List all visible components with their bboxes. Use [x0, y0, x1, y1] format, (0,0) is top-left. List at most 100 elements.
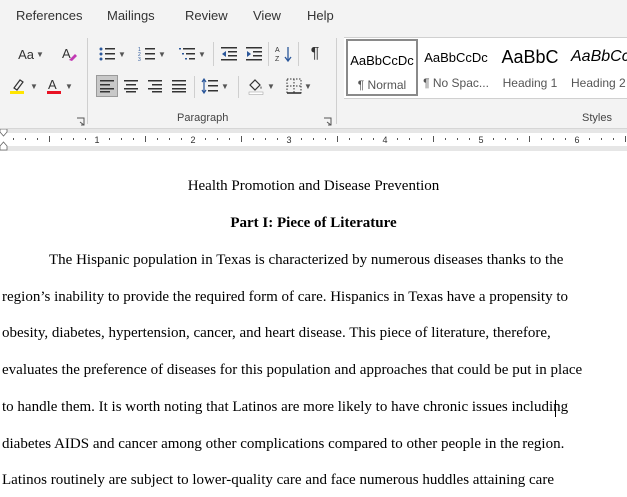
align-center-icon — [124, 80, 138, 93]
ruler-number: 3 — [286, 135, 291, 145]
style-no-spacing[interactable]: AaBbCcDc ¶ No Spac... — [420, 38, 492, 96]
highlight-color-button[interactable]: ▼ — [6, 75, 40, 97]
ruler-tick — [421, 138, 422, 140]
ruler-tick — [301, 138, 302, 140]
decrease-indent-button[interactable] — [218, 43, 240, 65]
divider — [268, 42, 269, 66]
justify-button[interactable] — [168, 75, 190, 97]
style-sample: AaBbCcDc — [350, 53, 414, 68]
divider — [238, 76, 239, 98]
ruler-number: 4 — [382, 135, 387, 145]
numbering-button[interactable]: 1 2 3 ▼ — [134, 43, 170, 65]
ruler-tick — [625, 136, 626, 142]
style-heading-1[interactable]: AaBbC Heading 1 — [494, 38, 566, 96]
tab-review[interactable]: Review — [185, 8, 228, 23]
indent-marker-icon[interactable] — [0, 129, 8, 151]
horizontal-ruler[interactable]: 1 2 3 4 5 6 — [0, 129, 627, 151]
pilcrow-icon: ¶ — [310, 45, 320, 62]
group-divider — [87, 38, 88, 124]
font-color-button[interactable]: A ▼ — [44, 75, 74, 97]
ruler-tick — [541, 138, 542, 140]
chevron-down-icon: ▼ — [30, 81, 38, 91]
document-page[interactable]: Health Promotion and Disease Prevention … — [0, 151, 627, 497]
style-sample: AaBbCcDc — [424, 50, 488, 65]
ruler-tick — [397, 138, 398, 140]
ruler-tick — [217, 138, 218, 140]
style-heading-2[interactable]: AaBbCc Heading 2 — [568, 38, 627, 96]
divider — [194, 76, 195, 98]
paragraph-line: obesity, diabetes, hypertension, cancer,… — [2, 325, 551, 341]
ruler-tick — [109, 138, 110, 140]
ruler-tick — [469, 138, 470, 140]
chevron-down-icon: ▼ — [118, 49, 126, 59]
ruler-tick — [493, 138, 494, 140]
align-center-button[interactable] — [120, 75, 142, 97]
tab-references[interactable]: References — [16, 8, 82, 23]
document-title: Health Promotion and Disease Prevention — [187, 178, 440, 194]
ruler-tick — [169, 138, 170, 140]
styles-group-label: Styles — [582, 112, 612, 124]
bullets-button[interactable]: ▼ — [94, 43, 130, 65]
ruler-tick — [553, 138, 554, 140]
svg-text:A: A — [62, 46, 71, 61]
font-dialog-launcher-icon[interactable] — [76, 113, 85, 126]
svg-text:Z: Z — [275, 56, 280, 63]
sort-icon: A Z — [275, 47, 292, 63]
change-case-button[interactable]: Aa ▼ — [14, 43, 48, 65]
ruler-tick — [601, 138, 602, 140]
ruler-tick — [457, 138, 458, 140]
group-divider — [336, 38, 337, 124]
ruler-ticks: 1 2 3 4 5 6 — [13, 135, 626, 145]
increase-indent-button[interactable] — [243, 43, 265, 65]
paragraph-line: diabetes AIDS and cancer among other com… — [2, 436, 565, 452]
tab-help[interactable]: Help — [307, 8, 334, 23]
borders-button[interactable]: ▼ — [282, 75, 316, 97]
chevron-down-icon: ▼ — [35, 49, 44, 59]
align-left-button[interactable] — [96, 75, 118, 97]
sort-button[interactable]: A Z — [273, 43, 295, 65]
increase-indent-icon — [246, 47, 262, 61]
ruler-tick — [373, 138, 374, 140]
paragraph-line: Latinos routinely are subject to lower-q… — [2, 472, 554, 488]
font-color-swatch — [47, 91, 62, 94]
ruler-tick — [13, 138, 14, 140]
ruler-tick — [181, 138, 182, 140]
ruler-tick — [313, 138, 314, 140]
show-formatting-marks-button[interactable]: ¶ — [304, 43, 326, 65]
svg-text:3: 3 — [138, 57, 141, 62]
ruler-tick — [121, 138, 122, 140]
ruler-number: 6 — [574, 135, 579, 145]
clear-formatting-button[interactable]: A — [58, 43, 80, 65]
line-spacing-button[interactable]: ▼ — [198, 75, 232, 97]
paragraph-group-label: Paragraph — [177, 112, 229, 124]
ruler-tick — [409, 138, 410, 140]
style-normal[interactable]: AaBbCcDc ¶ Normal — [346, 39, 418, 96]
ribbon: Aa ▼ A ▼ A ▼ ▼ 1 2 3 ▼ ▼ A Z ¶ ▼ ▼ ▼ Par… — [0, 32, 627, 129]
justify-icon — [172, 80, 186, 93]
align-right-button[interactable] — [144, 75, 166, 97]
style-name: Heading 2 — [571, 76, 626, 90]
ribbon-tab-bar: References Mailings Review View Help — [0, 0, 627, 32]
tab-view[interactable]: View — [253, 8, 281, 23]
multilevel-list-icon — [179, 48, 196, 60]
align-right-icon — [148, 80, 162, 93]
styles-gallery: AaBbCcDc ¶ Normal AaBbCcDc ¶ No Spac... … — [344, 37, 627, 99]
ruler-number: 5 — [478, 135, 483, 145]
ruler-tick — [337, 136, 338, 142]
chevron-down-icon: ▼ — [65, 81, 73, 91]
ruler-tick — [229, 138, 230, 140]
divider — [298, 42, 299, 66]
ruler-tick — [205, 138, 206, 140]
section-heading: Part I: Piece of Literature — [230, 215, 397, 231]
ruler-tick — [613, 138, 614, 140]
shading-button[interactable]: ▼ — [244, 75, 278, 97]
ruler-tick — [361, 138, 362, 140]
ruler-number: 1 — [94, 135, 99, 145]
multilevel-list-button[interactable]: ▼ — [174, 43, 210, 65]
ruler-tick — [157, 138, 158, 140]
tab-mailings[interactable]: Mailings — [107, 8, 155, 23]
ruler-tick — [589, 138, 590, 140]
svg-text:A: A — [275, 47, 280, 54]
paragraph-dialog-launcher-icon[interactable] — [323, 113, 332, 126]
ruler-tick — [85, 138, 86, 140]
